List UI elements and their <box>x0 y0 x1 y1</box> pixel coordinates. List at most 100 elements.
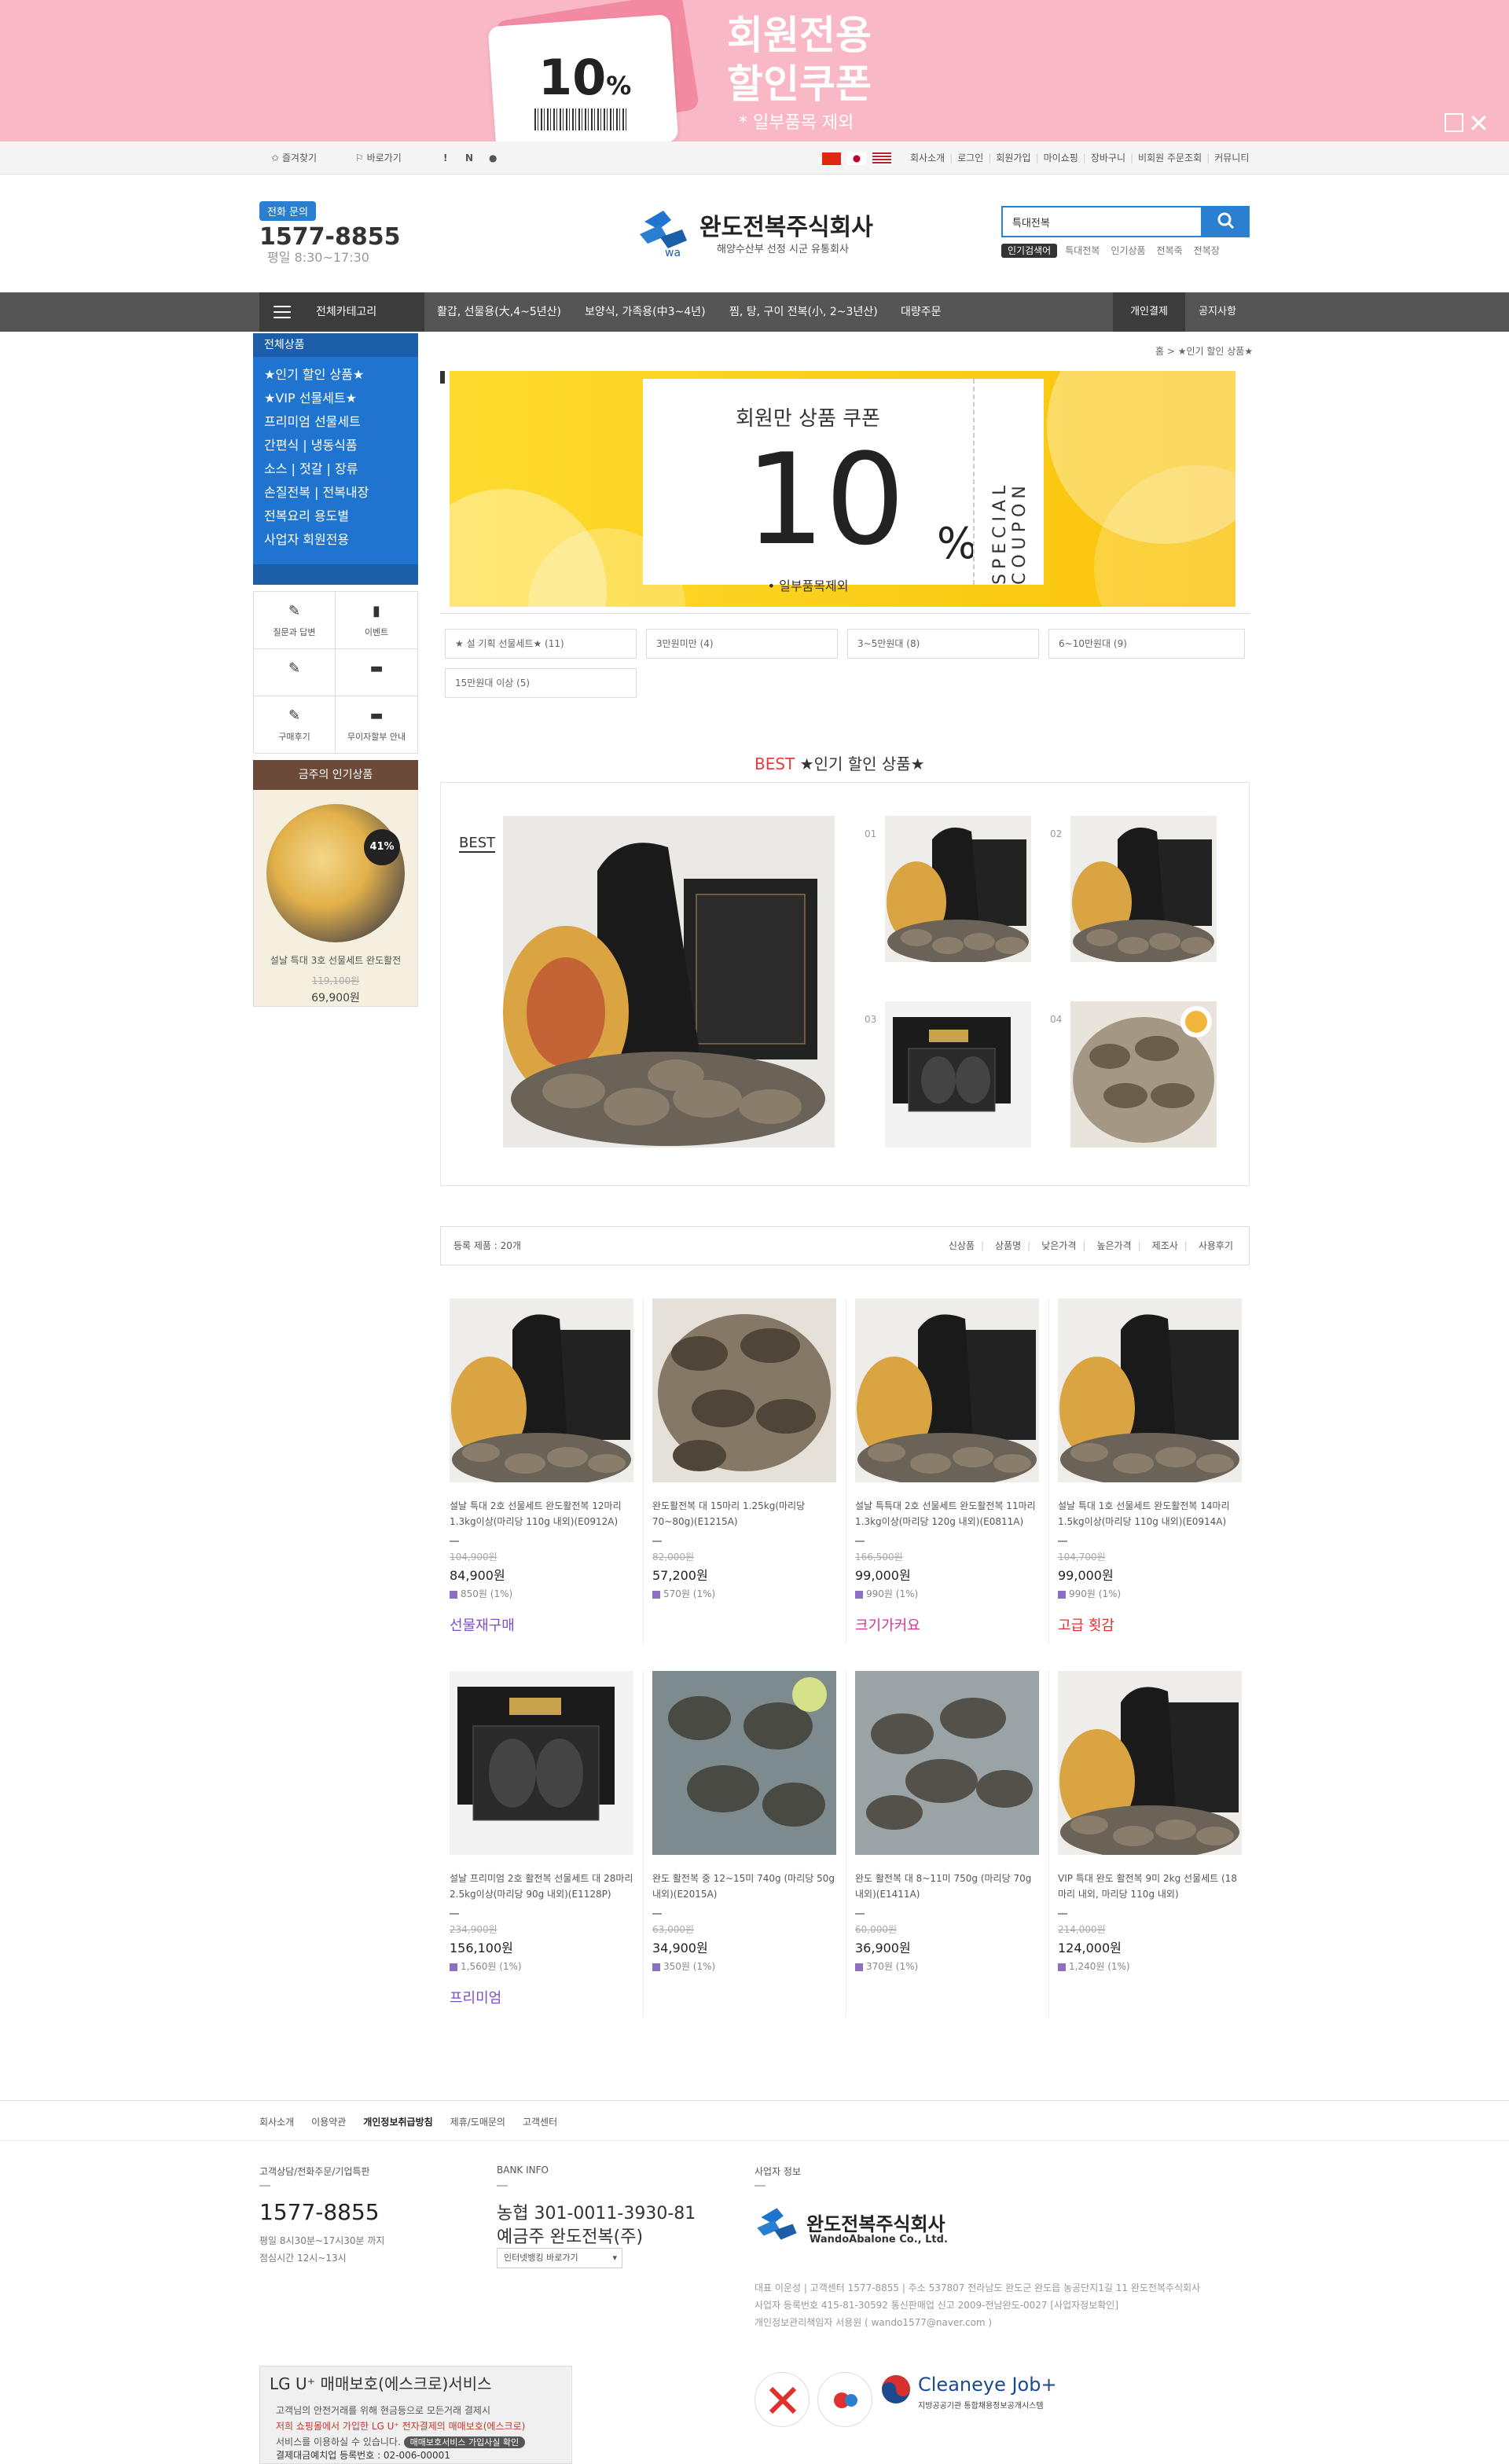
product-image[interactable] <box>855 1671 1039 1855</box>
product-name[interactable]: 완도 활전복 중 12~15미 740g (마리당 50g 내외)(E2015A… <box>652 1871 836 1902</box>
chat-icon[interactable]: ● <box>489 141 497 174</box>
sort-option[interactable]: 신상품 <box>949 1240 975 1251</box>
product-card[interactable]: 설날 특대 2호 선물세트 완도활전복 12마리 1.3kg이상(마리당 110… <box>450 1298 633 1635</box>
footer-link[interactable]: 개인정보취급방침 <box>363 2117 432 2128</box>
event-shortcut[interactable]: ▮ 이벤트 <box>336 592 417 648</box>
notice-button[interactable]: 공지사항 <box>1185 292 1250 332</box>
login-link[interactable]: 로그인 <box>957 152 983 163</box>
myshop-link[interactable]: 마이쇼핑 <box>1044 152 1078 163</box>
cleaneye-logo[interactable]: Cleaneye Job+ 지방공공기관 통합채용정보공개시스템 <box>880 2374 1057 2411</box>
best-product-thumb[interactable] <box>885 816 1031 964</box>
sidebar-item[interactable]: 손질전복 | 전복내장 <box>253 481 418 505</box>
footer-link[interactable]: 제휴/도매문의 <box>450 2117 505 2128</box>
search-input[interactable] <box>1001 206 1202 237</box>
usa-flag-icon[interactable] <box>872 152 891 165</box>
product-image[interactable] <box>1058 1298 1242 1482</box>
cj-logistics-icon[interactable] <box>817 2372 872 2427</box>
search-tag[interactable]: 전복장 <box>1194 245 1220 256</box>
all-category-button[interactable]: 전체카테고리 <box>259 292 424 332</box>
product-card[interactable]: 완도 활전복 대 8~11미 750g (마리당 70g내외)(E1411A) 6… <box>855 1671 1039 1987</box>
product-name[interactable]: 설날 프리미엄 2호 활전복 선물세트 대 28마리 2.5kg이상(마리당 9… <box>450 1871 633 1902</box>
nav-item-bulk[interactable]: 대량주문 <box>901 292 942 332</box>
sort-option[interactable]: 제조사 <box>1152 1240 1178 1251</box>
shortcut-link[interactable]: ⚐ 바로가기 <box>355 141 402 174</box>
product-image[interactable] <box>1058 1671 1242 1855</box>
logo-icon[interactable]: wa <box>637 206 695 261</box>
best-product-thumb[interactable] <box>1070 1001 1217 1148</box>
nav-item-gift[interactable]: 활갑, 선물용(大,4~5년산) <box>437 292 561 332</box>
write-shortcut[interactable]: ✎ <box>254 649 336 696</box>
bookmark-link[interactable]: ✩ 즐겨찾기 <box>271 141 317 174</box>
community-link[interactable]: 커뮤니티 <box>1214 152 1249 163</box>
internet-banking-select[interactable]: 인터넷뱅킹 바로가기 ▾ <box>497 2248 622 2268</box>
korea-post-icon[interactable] <box>754 2372 810 2427</box>
search-tag[interactable]: 특대전복 <box>1065 245 1100 256</box>
signup-link[interactable]: 회원가입 <box>996 152 1030 163</box>
sidebar-item[interactable]: 전복요리 용도별 <box>253 505 418 528</box>
product-image[interactable] <box>652 1298 836 1482</box>
sort-option[interactable]: 상품명 <box>995 1240 1021 1251</box>
category-filter[interactable]: 3만원미만 (4) <box>646 629 838 659</box>
sidebar-item[interactable]: 간편식 | 냉동식품 <box>253 434 418 457</box>
review-shortcut[interactable]: ✎ 구매후기 <box>254 696 336 753</box>
cart-link[interactable]: 장바구니 <box>1091 152 1125 163</box>
sidebar-item[interactable]: 프리미엄 선물세트 <box>253 410 418 434</box>
weekly-popular-product[interactable]: 41% 설날 특대 3호 선물세트 완도활전 119,100원 69,900원 <box>253 790 418 1007</box>
naver-icon[interactable]: N <box>465 141 473 174</box>
product-image[interactable] <box>450 1298 633 1482</box>
escrow-check-button[interactable]: 매매보호서비스 가입사실 확인 <box>403 2436 526 2448</box>
category-filter[interactable]: 3~5만원대 (8) <box>847 629 1039 659</box>
card-shortcut[interactable]: ▬ <box>336 649 417 696</box>
sidebar-item[interactable]: ★VIP 선물세트★ <box>253 387 418 410</box>
china-flag-icon[interactable] <box>822 152 841 165</box>
footer-link[interactable]: 이용약관 <box>311 2117 346 2128</box>
product-image[interactable] <box>266 804 405 942</box>
nav-item-family[interactable]: 보양식, 가족용(中3~4년) <box>585 292 706 332</box>
best-product-thumb[interactable] <box>1070 816 1217 964</box>
product-image[interactable] <box>855 1298 1039 1482</box>
nav-item-cooking[interactable]: 찜, 탕, 구이 전복(小, 2~3년산) <box>729 292 878 332</box>
product-card[interactable]: VIP 특대 완도 활전복 9미 2kg 선물세트 (18마리 내외, 마리당 … <box>1058 1671 1242 1987</box>
category-filter[interactable]: 15만원대 이상 (5) <box>445 668 637 698</box>
footer-link[interactable]: 고객센터 <box>523 2117 557 2128</box>
sort-option[interactable]: 낮은가격 <box>1041 1240 1076 1251</box>
notice-icon[interactable]: ! <box>443 141 447 174</box>
product-name[interactable]: 설날 특대 2호 선물세트 완도활전복 12마리 1.3kg이상(마리당 110… <box>450 1498 633 1529</box>
sidebar-item[interactable]: ★인기 할인 상품★ <box>253 363 418 387</box>
product-card[interactable]: 설날 프리미엄 2호 활전복 선물세트 대 28마리 2.5kg이상(마리당 9… <box>450 1671 633 2007</box>
guest-order-link[interactable]: 비회원 주문조회 <box>1138 152 1202 163</box>
japan-flag-icon[interactable] <box>847 152 866 165</box>
best-main-product-image[interactable] <box>503 816 835 1148</box>
qna-shortcut[interactable]: ✎ 질문과 답변 <box>254 592 336 648</box>
product-image[interactable] <box>450 1671 633 1855</box>
sort-option[interactable]: 사용후기 <box>1199 1240 1233 1251</box>
close-icon[interactable]: ✕ <box>1468 108 1489 138</box>
best-product-thumb[interactable] <box>885 1001 1031 1148</box>
product-card[interactable]: 설날 특대 1호 선물세트 완도활전복 14마리 1.5kg이상(마리당 110… <box>1058 1298 1242 1635</box>
search-tag[interactable]: 인기상품 <box>1111 245 1145 256</box>
top-promo-banner[interactable]: 10% 회원전용 할인쿠폰 * 일부품목 제외 ✕ <box>0 0 1509 141</box>
search-tag[interactable]: 전복죽 <box>1157 245 1183 256</box>
personal-payment-button[interactable]: 개인결제 <box>1113 292 1185 332</box>
product-name[interactable]: 설날 특대 3호 선물세트 완도활전 <box>254 953 417 967</box>
installment-shortcut[interactable]: ▬ 무이자할부 안내 <box>336 696 417 753</box>
category-filter[interactable]: ★ 설 기획 선물세트★ (11) <box>445 629 637 659</box>
product-card[interactable]: 완도 활전복 중 12~15미 740g (마리당 50g 내외)(E2015A… <box>652 1671 836 1987</box>
product-card[interactable]: 완도활전복 대 15마리 1.25kg(마리당 70~80g)(E1215A) 8… <box>652 1298 836 1614</box>
product-name[interactable]: 설날 특특대 2호 선물세트 완도활전복 11마리 1.3kg이상(마리당 12… <box>855 1498 1039 1529</box>
product-card[interactable]: 설날 특특대 2호 선물세트 완도활전복 11마리 1.3kg이상(마리당 12… <box>855 1298 1039 1635</box>
banner-dont-show-checkbox[interactable] <box>1445 113 1463 132</box>
product-image[interactable] <box>652 1671 836 1855</box>
product-name[interactable]: 완도활전복 대 15마리 1.25kg(마리당 70~80g)(E1215A) <box>652 1498 836 1529</box>
member-coupon-banner[interactable]: 회원만 상품 쿠폰 10 % • 일부품목제외 SPECIAL COUPON <box>450 371 1235 607</box>
site-logo[interactable]: 완도전복주식회사 <box>699 207 873 242</box>
product-name[interactable]: 완도 활전복 대 8~11미 750g (마리당 70g내외)(E1411A) <box>855 1871 1039 1902</box>
search-button[interactable] <box>1202 206 1250 237</box>
footer-link[interactable]: 회사소개 <box>259 2117 294 2128</box>
product-name[interactable]: VIP 특대 완도 활전복 9미 2kg 선물세트 (18마리 내외, 마리당 … <box>1058 1871 1242 1902</box>
company-intro-link[interactable]: 회사소개 <box>910 152 945 163</box>
category-filter[interactable]: 6~10만원대 (9) <box>1048 629 1245 659</box>
product-name[interactable]: 설날 특대 1호 선물세트 완도활전복 14마리 1.5kg이상(마리당 110… <box>1058 1498 1242 1529</box>
sort-option[interactable]: 높은가격 <box>1096 1240 1131 1251</box>
sidebar-item[interactable]: 소스 | 젓갈 | 장류 <box>253 457 418 481</box>
